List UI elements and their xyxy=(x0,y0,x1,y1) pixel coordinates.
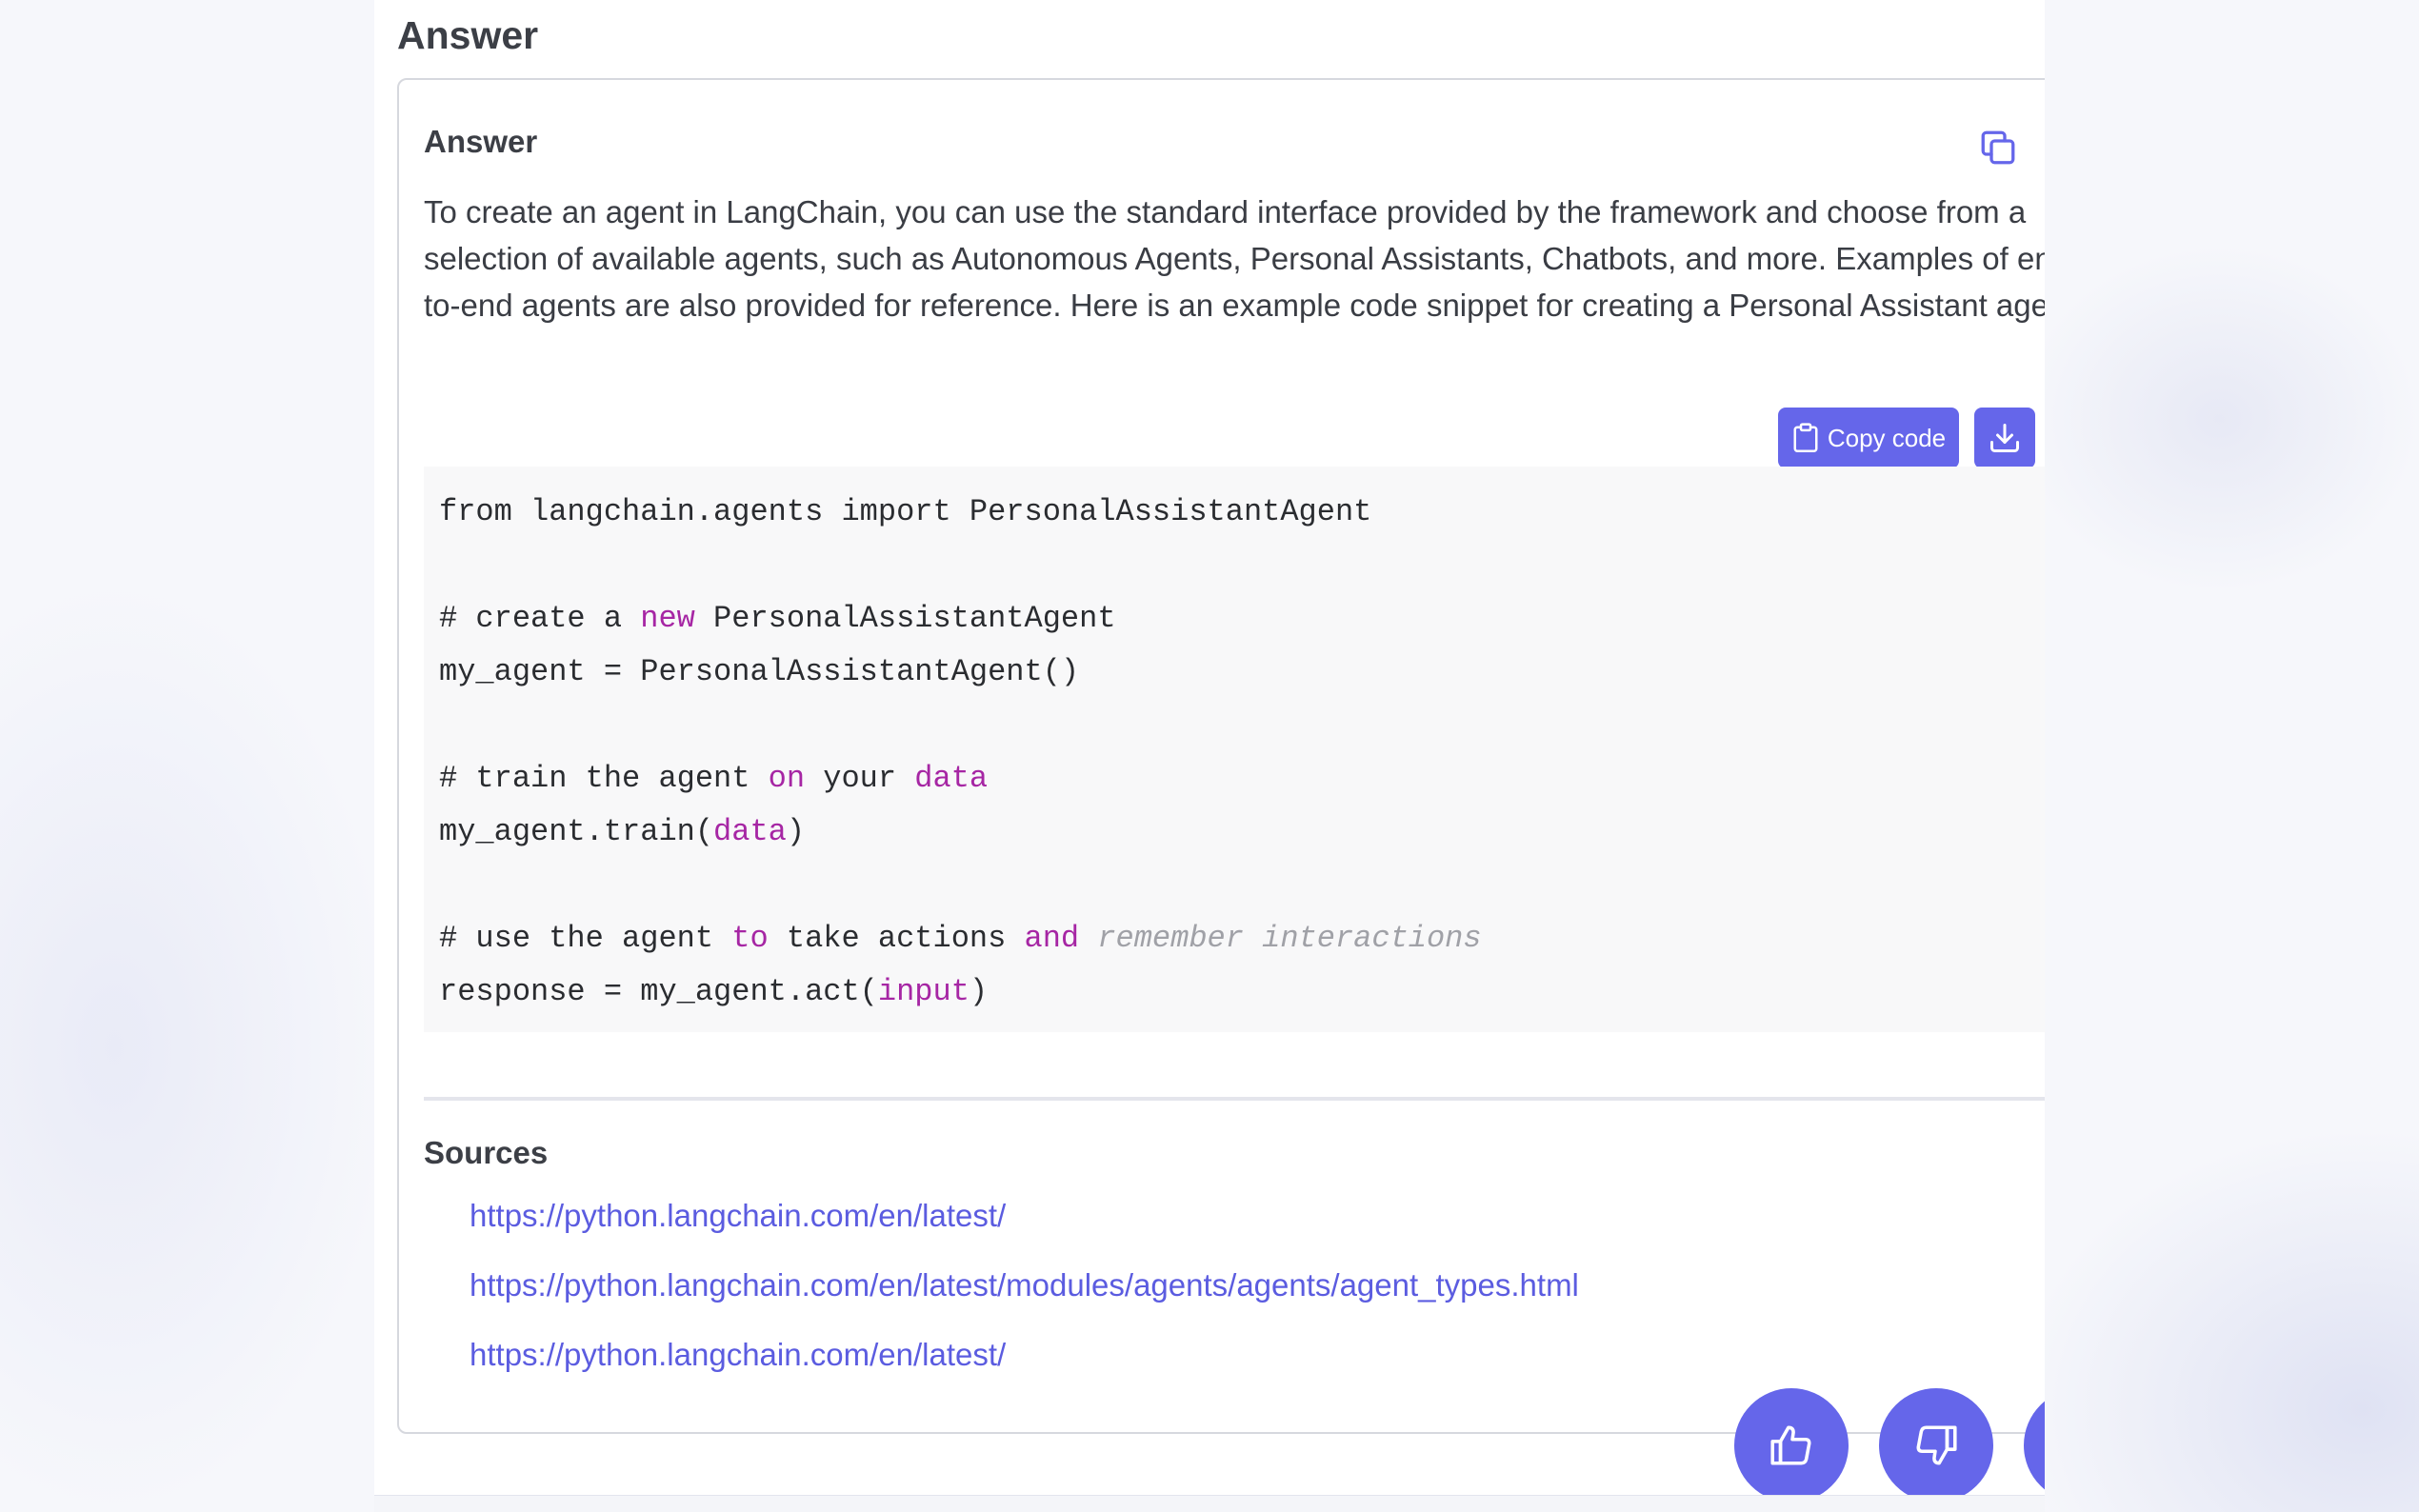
thumbs-up-icon xyxy=(1770,1425,1811,1465)
code-line: from langchain.agents import PersonalAss… xyxy=(439,486,2045,539)
code-line: # use the agent to take actions and reme… xyxy=(439,912,2045,965)
code-token: ) xyxy=(786,814,806,849)
code-token: # use the agent xyxy=(439,921,732,956)
code-token: take actions xyxy=(768,921,1025,956)
source-item: https://python.langchain.com/en/latest/ xyxy=(470,1198,1579,1267)
code-token: my_agent.train( xyxy=(439,814,714,849)
copy-code-button[interactable]: Copy code xyxy=(1778,408,1959,468)
clipboard-icon xyxy=(1793,423,1818,452)
download-code-button[interactable] xyxy=(1974,408,2035,468)
answer-card: Answer To create an agent in LangChain, … xyxy=(397,78,2045,1434)
answer-card-title: Answer xyxy=(424,124,538,159)
source-item: https://python.langchain.com/en/latest/ xyxy=(470,1337,1579,1406)
copy-code-label: Copy code xyxy=(1827,423,1947,452)
thumbs-down-button[interactable] xyxy=(1879,1388,1993,1502)
code-token: my_agent = PersonalAssistantAgent() xyxy=(439,654,1080,689)
sources-title: Sources xyxy=(424,1135,549,1170)
source-link[interactable]: https://python.langchain.com/en/latest/ xyxy=(470,1198,1006,1233)
code-token: your xyxy=(805,761,915,796)
code-toolbar: Copy code xyxy=(1778,408,2035,468)
code-line: # train the agent on your data xyxy=(439,752,2045,806)
source-link[interactable]: https://python.langchain.com/en/latest/m… xyxy=(470,1267,1579,1303)
code-token: # create a xyxy=(439,601,641,636)
code-token: # train the agent xyxy=(439,761,769,796)
code-line: my_agent = PersonalAssistantAgent() xyxy=(439,646,2045,699)
answer-text: To create an agent in LangChain, you can… xyxy=(424,194,2045,323)
code-token: ) xyxy=(969,974,989,1009)
section-title: Answer xyxy=(397,13,539,57)
code-keyword: data xyxy=(713,814,787,849)
code-line: my_agent.train(data) xyxy=(439,806,2045,859)
code-keyword: to xyxy=(731,921,769,956)
code-token: response = my_agent.act( xyxy=(439,974,878,1009)
code-line: # create a new PersonalAssistantAgent xyxy=(439,592,2045,646)
answer-panel: Answer Answer To create an agent in Lang… xyxy=(374,0,2045,1512)
code-keyword: on xyxy=(768,761,806,796)
code-keyword: input xyxy=(877,974,970,1009)
code-line: response = my_agent.act(input) xyxy=(439,965,2045,1019)
code-keyword: new xyxy=(640,601,695,636)
code-comment: remember interactions xyxy=(1097,921,1482,956)
code-block: from langchain.agents import PersonalAss… xyxy=(424,467,2045,1032)
sources-list: https://python.langchain.com/en/latest/ … xyxy=(470,1198,1579,1406)
thumbs-down-icon xyxy=(1916,1425,1957,1465)
code-token: PersonalAssistantAgent xyxy=(694,601,1116,636)
copy-icon[interactable] xyxy=(1978,128,2018,168)
download-icon xyxy=(1990,424,2019,452)
code-token: from langchain.agents import PersonalAss… xyxy=(439,494,1372,529)
divider xyxy=(424,1097,2045,1101)
code-keyword: data xyxy=(914,761,989,796)
panel-footer xyxy=(374,1495,2045,1512)
thumbs-up-button[interactable] xyxy=(1734,1388,1849,1502)
source-item: https://python.langchain.com/en/latest/m… xyxy=(470,1267,1579,1337)
code-keyword: and xyxy=(1024,921,1080,956)
source-link[interactable]: https://python.langchain.com/en/latest/ xyxy=(470,1337,1006,1372)
